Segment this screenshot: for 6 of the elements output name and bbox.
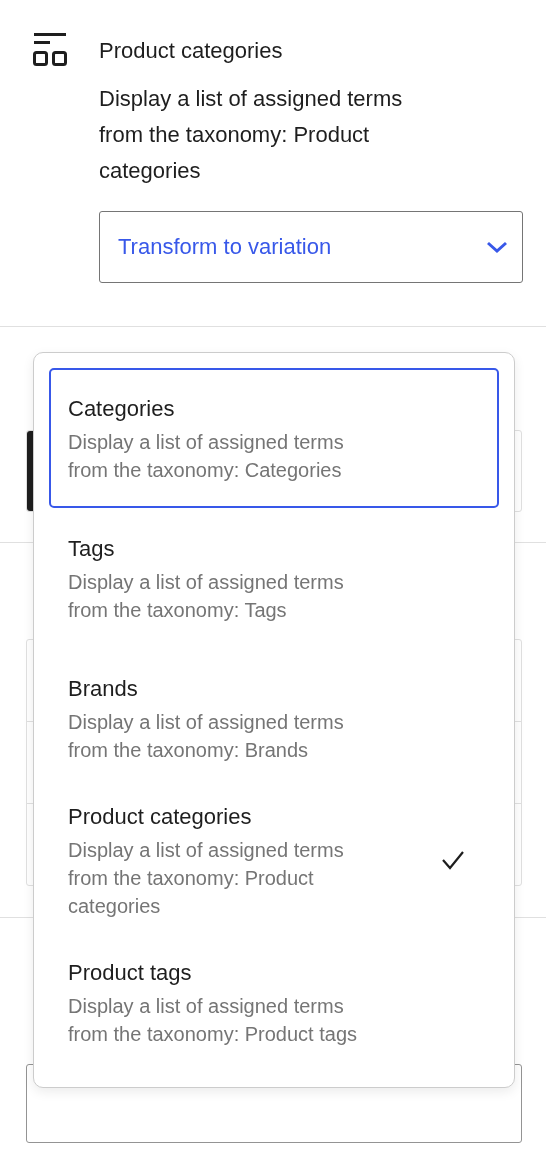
variation-select[interactable]: Transform to variation: [99, 211, 523, 283]
chevron-down-icon: [486, 241, 508, 253]
variation-option[interactable]: Categories Display a list of assigned terms from the taxonomy: Categories: [49, 368, 499, 508]
block-title: Product categories: [99, 37, 284, 65]
block-description: Display a list of assigned terms from the taxonomy: Product categories: [99, 85, 404, 185]
block-icon: [33, 33, 67, 66]
